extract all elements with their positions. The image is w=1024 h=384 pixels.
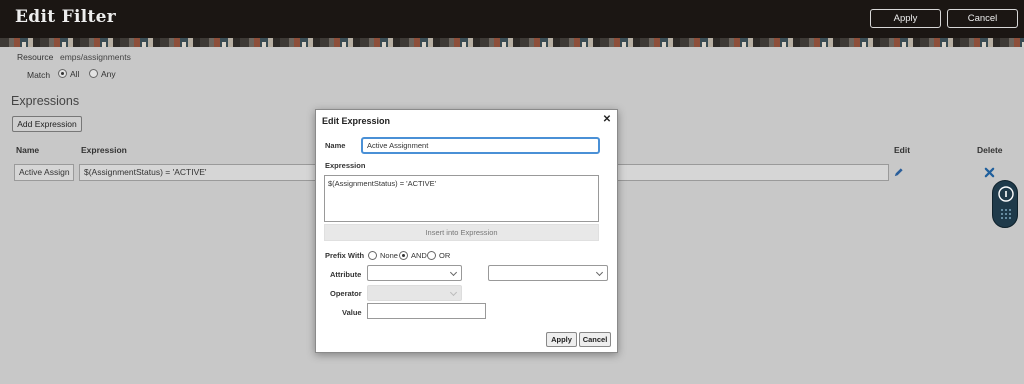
chevron-down-icon xyxy=(449,288,458,297)
prefix-label: Prefix With xyxy=(325,251,365,260)
prefix-and-radio[interactable] xyxy=(399,251,408,260)
resource-value: emps/assignments xyxy=(60,52,131,62)
dialog-title: Edit Expression xyxy=(322,116,391,126)
match-all-radio[interactable] xyxy=(58,69,67,78)
column-header-name: Name xyxy=(16,145,40,155)
insert-into-expression-button[interactable]: Insert into Expression xyxy=(324,224,599,241)
column-header-edit: Edit xyxy=(894,145,911,155)
prefix-none-label: None xyxy=(380,251,398,260)
match-all-label: All xyxy=(70,69,80,79)
value-label: Value xyxy=(342,308,362,317)
prefix-and-label: AND xyxy=(411,251,427,260)
column-header-delete: Delete xyxy=(977,145,1003,155)
close-icon[interactable]: ✕ xyxy=(602,115,612,125)
expression-textarea[interactable]: $(AssignmentStatus) = 'ACTIVE' xyxy=(324,175,599,222)
header-bar: Edit Filter Apply Cancel xyxy=(0,0,1024,38)
edit-expression-dialog: Edit Expression ✕ Name Active Assignment… xyxy=(315,109,618,353)
column-header-expression: Expression xyxy=(81,145,127,155)
add-expression-button[interactable]: Add Expression xyxy=(12,116,82,132)
delete-x-icon[interactable] xyxy=(984,167,995,178)
value-input[interactable] xyxy=(367,303,486,319)
expression-label: Expression xyxy=(325,161,366,170)
operator-select[interactable] xyxy=(367,285,462,301)
page-title: Edit Filter xyxy=(15,7,116,27)
info-icon xyxy=(998,186,1014,219)
name-label: Name xyxy=(325,141,346,150)
header-apply-button[interactable]: Apply xyxy=(870,9,941,28)
chevron-down-icon xyxy=(449,268,458,277)
match-any-label: Any xyxy=(101,69,116,79)
prefix-or-label: OR xyxy=(439,251,451,260)
name-input[interactable]: Active Assignment xyxy=(361,137,600,154)
dialog-apply-button[interactable]: Apply xyxy=(546,332,577,347)
edit-pencil-icon[interactable] xyxy=(893,167,904,178)
prefix-none-radio[interactable] xyxy=(368,251,377,260)
attribute-select[interactable] xyxy=(367,265,462,281)
match-any-radio[interactable] xyxy=(89,69,98,78)
attribute-label: Attribute xyxy=(330,270,362,279)
match-label: Match xyxy=(27,70,51,80)
help-assistant-widget[interactable] xyxy=(992,180,1018,228)
header-cancel-button[interactable]: Cancel xyxy=(947,9,1018,28)
prefix-or-radio[interactable] xyxy=(427,251,436,260)
attribute-secondary-select[interactable] xyxy=(488,265,608,281)
operator-label: Operator xyxy=(330,289,362,298)
resource-label: Resource xyxy=(17,52,54,62)
dialog-cancel-button[interactable]: Cancel xyxy=(579,332,611,347)
row-name-field[interactable]: Active Assign xyxy=(14,164,74,181)
chevron-down-icon xyxy=(595,268,604,277)
expressions-section-title: Expressions xyxy=(11,94,80,108)
